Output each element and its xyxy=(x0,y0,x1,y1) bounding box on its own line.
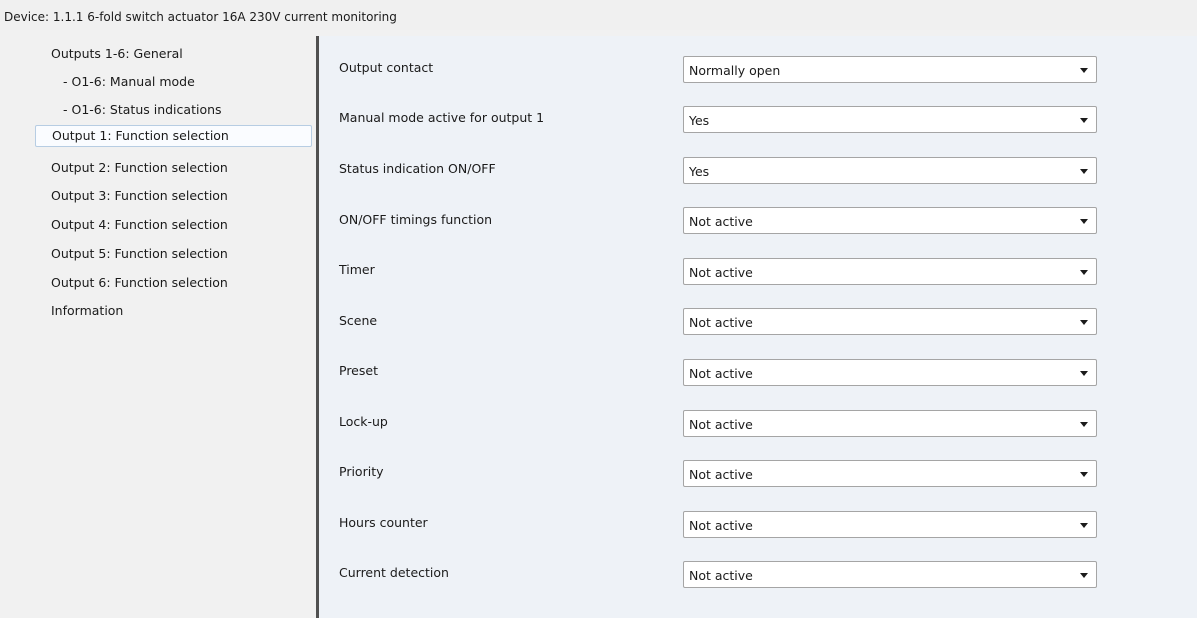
chevron-down-icon xyxy=(1080,169,1088,174)
chevron-down-icon xyxy=(1080,523,1088,528)
chevron-down-icon xyxy=(1080,118,1088,123)
param-label-current-detection: Current detection xyxy=(339,565,449,580)
sidebar-item-output-6[interactable]: Output 6: Function selection xyxy=(35,272,228,294)
hours-counter-select[interactable]: Not active xyxy=(683,511,1097,538)
select-value: Yes xyxy=(689,113,710,128)
priority-select[interactable]: Not active xyxy=(683,460,1097,487)
manual-mode-select[interactable]: Yes xyxy=(683,106,1097,133)
sidebar-item-output-2[interactable]: Output 2: Function selection xyxy=(35,157,228,179)
sidebar-item-label: Outputs 1-6: General xyxy=(51,46,183,61)
device-title: Device: 1.1.1 6-fold switch actuator 16A… xyxy=(4,10,397,24)
lock-up-select[interactable]: Not active xyxy=(683,410,1097,437)
device-title-bar: Device: 1.1.1 6-fold switch actuator 16A… xyxy=(0,0,1197,30)
sidebar: Outputs 1-6: General - O1-6: Manual mode… xyxy=(0,36,316,618)
select-value: Not active xyxy=(689,568,753,583)
chevron-down-icon xyxy=(1080,371,1088,376)
sidebar-item-label: Output 6: Function selection xyxy=(51,275,228,290)
chevron-down-icon xyxy=(1080,270,1088,275)
timer-select[interactable]: Not active xyxy=(683,258,1097,285)
sidebar-item-label: - O1-6: Manual mode xyxy=(63,74,195,89)
select-value: Yes xyxy=(689,164,710,179)
select-value: Not active xyxy=(689,417,753,432)
sidebar-item-outputs-general[interactable]: Outputs 1-6: General xyxy=(35,43,183,65)
app-window: Device: 1.1.1 6-fold switch actuator 16A… xyxy=(0,0,1197,618)
sidebar-item-output-4[interactable]: Output 4: Function selection xyxy=(35,214,228,236)
sidebar-item-output-3[interactable]: Output 3: Function selection xyxy=(35,185,228,207)
sidebar-item-label: Information xyxy=(51,303,124,318)
param-label-scene: Scene xyxy=(339,313,378,328)
current-detection-select[interactable]: Not active xyxy=(683,561,1097,588)
select-value: Not active xyxy=(689,265,753,280)
select-value: Not active xyxy=(689,315,753,330)
param-label-status-indication: Status indication ON/OFF xyxy=(339,161,496,176)
preset-select[interactable]: Not active xyxy=(683,359,1097,386)
select-value: Not active xyxy=(689,518,753,533)
sidebar-item-label: Output 4: Function selection xyxy=(51,217,228,232)
sidebar-item-output-1[interactable]: Output 1: Function selection xyxy=(35,125,312,147)
select-value: Not active xyxy=(689,366,753,381)
sidebar-item-label: Output 1: Function selection xyxy=(52,128,229,143)
param-label-priority: Priority xyxy=(339,464,384,479)
chevron-down-icon xyxy=(1080,472,1088,477)
sidebar-item-status-indications[interactable]: - O1-6: Status indications xyxy=(35,99,222,121)
scene-select[interactable]: Not active xyxy=(683,308,1097,335)
sidebar-item-label: Output 3: Function selection xyxy=(51,188,228,203)
param-label-preset: Preset xyxy=(339,363,378,378)
select-value: Not active xyxy=(689,214,753,229)
param-label-timings-function: ON/OFF timings function xyxy=(339,212,493,227)
param-label-output-contact: Output contact xyxy=(339,60,434,75)
param-label-hours-counter: Hours counter xyxy=(339,515,428,530)
sidebar-item-label: Output 5: Function selection xyxy=(51,246,228,261)
chevron-down-icon xyxy=(1080,573,1088,578)
sidebar-item-label: Output 2: Function selection xyxy=(51,160,228,175)
sidebar-item-information[interactable]: Information xyxy=(35,300,123,322)
status-indication-select[interactable]: Yes xyxy=(683,157,1097,184)
param-label-timer: Timer xyxy=(339,262,375,277)
parameter-panel: Output contact Normally open Manual mode… xyxy=(319,36,1197,618)
chevron-down-icon xyxy=(1080,320,1088,325)
param-label-manual-mode: Manual mode active for output 1 xyxy=(339,110,545,125)
sidebar-item-label: - O1-6: Status indications xyxy=(63,102,222,117)
sidebar-item-output-5[interactable]: Output 5: Function selection xyxy=(35,243,228,265)
select-value: Not active xyxy=(689,467,753,482)
sidebar-item-manual-mode[interactable]: - O1-6: Manual mode xyxy=(35,71,195,93)
chevron-down-icon xyxy=(1080,422,1088,427)
param-label-lock-up: Lock-up xyxy=(339,414,388,429)
select-value: Normally open xyxy=(689,63,781,78)
output-contact-select[interactable]: Normally open xyxy=(683,56,1097,83)
chevron-down-icon xyxy=(1080,219,1088,224)
chevron-down-icon xyxy=(1080,68,1088,73)
timings-function-select[interactable]: Not active xyxy=(683,207,1097,234)
